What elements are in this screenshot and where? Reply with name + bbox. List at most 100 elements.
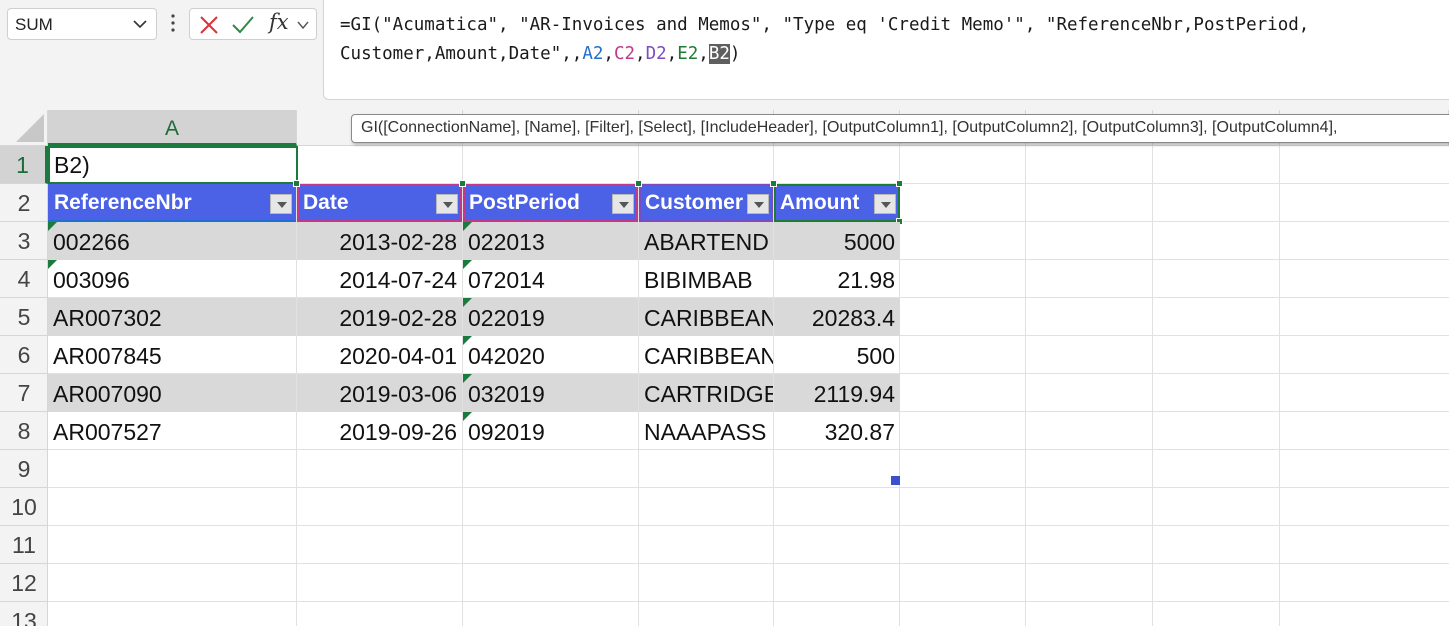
row-header[interactable]: 11 — [0, 526, 48, 564]
cell-amount[interactable]: 2119.94 — [774, 374, 900, 412]
cell-postperiod[interactable]: 072014 — [463, 260, 638, 298]
name-box-value[interactable]: SUM — [15, 15, 53, 35]
cell-amount[interactable]: 20283.4 — [774, 298, 900, 336]
data-table: ReferenceNbr Date PostPeriod Customer Am… — [48, 180, 903, 485]
table-header-referencenbr[interactable]: ReferenceNbr — [48, 184, 296, 222]
table-row[interactable]: AR007527 2019-09-26 092019 NAAAPASS 320.… — [48, 412, 900, 450]
selection-handle[interactable] — [293, 180, 300, 187]
cell-date[interactable]: 2013-02-28 — [297, 222, 462, 260]
filter-dropdown-icon[interactable] — [270, 194, 292, 214]
cell-customer[interactable]: CARIBBEAN — [639, 298, 773, 336]
formula-bar-area: SUM fx =GI("Acumatica", "AR-Invoices and… — [0, 0, 1449, 110]
row-header[interactable]: 7 — [0, 374, 48, 412]
cell-customer[interactable]: NAAAPASS — [639, 412, 773, 450]
row-header[interactable]: 2 — [0, 184, 48, 222]
column-header-a[interactable]: A — [48, 110, 297, 146]
gridline — [1025, 146, 1026, 626]
row-header[interactable]: 9 — [0, 450, 48, 488]
table-row[interactable]: 003096 2014-07-24 072014 BIBIMBAB 21.98 — [48, 260, 900, 298]
table-row[interactable]: AR007302 2019-02-28 022019 CARIBBEAN 202… — [48, 298, 900, 336]
cell-customer[interactable]: BIBIMBAB — [639, 260, 773, 298]
table-header-amount[interactable]: Amount — [774, 184, 900, 222]
cell-text: 072014 — [468, 267, 545, 293]
table-resize-handle[interactable] — [891, 476, 900, 485]
cell-date[interactable]: 2019-02-28 — [297, 298, 462, 336]
cell-date[interactable]: 2019-09-26 — [297, 412, 462, 450]
table-row[interactable]: AR007845 2020-04-01 042020 CARIBBEAN 500 — [48, 336, 900, 374]
cell-customer[interactable]: CARIBBEAN — [639, 336, 773, 374]
row-header[interactable]: 5 — [0, 298, 48, 336]
cell-referencenbr[interactable]: AR007527 — [48, 412, 296, 450]
formula-separator: , — [666, 44, 678, 64]
cell-postperiod[interactable]: 092019 — [463, 412, 638, 450]
cell-referencenbr[interactable]: AR007090 — [48, 374, 296, 412]
table-row[interactable]: AR007090 2019-03-06 032019 CARTRIDGE 211… — [48, 374, 900, 412]
cell-amount[interactable]: 500 — [774, 336, 900, 374]
row-header[interactable]: 12 — [0, 564, 48, 602]
select-all-triangle — [16, 114, 44, 142]
cell-amount[interactable]: 320.87 — [774, 412, 900, 450]
select-all-button[interactable] — [0, 110, 48, 146]
chevron-down-icon[interactable] — [295, 17, 311, 33]
more-options-icon[interactable] — [168, 10, 178, 36]
cell-postperiod[interactable]: 022019 — [463, 298, 638, 336]
error-indicator-icon — [463, 412, 472, 421]
cell-area[interactable]: B2) ReferenceNbr Date PostPeriod Custome… — [48, 146, 1449, 626]
cell-text: 092019 — [468, 419, 545, 445]
gridline — [1152, 146, 1153, 626]
selection-handle[interactable] — [459, 180, 466, 187]
row-header[interactable]: 8 — [0, 412, 48, 450]
cancel-icon[interactable] — [198, 14, 220, 36]
cell-referencenbr[interactable]: 003096 — [48, 260, 296, 298]
formula-ref-a2: A2 — [582, 44, 604, 64]
cell-referencenbr[interactable]: AR007302 — [48, 298, 296, 336]
name-box[interactable]: SUM — [7, 8, 157, 40]
table-header-postperiod[interactable]: PostPeriod — [463, 184, 638, 222]
cell-postperiod[interactable]: 042020 — [463, 336, 638, 374]
cell-referencenbr[interactable]: AR007845 — [48, 336, 296, 374]
row-header[interactable]: 10 — [0, 488, 48, 526]
table-row[interactable]: 002266 2013-02-28 022013 ABARTEND 5000 — [48, 222, 900, 260]
active-cell-a1[interactable]: B2) — [48, 146, 298, 184]
formula-text[interactable]: =GI("Acumatica", "AR-Invoices and Memos"… — [340, 11, 1449, 69]
table-header-customer[interactable]: Customer — [639, 184, 773, 222]
selection-handle[interactable] — [896, 180, 903, 187]
cell-customer[interactable]: ABARTEND — [639, 222, 773, 260]
row-header[interactable]: 4 — [0, 260, 48, 298]
selection-handle[interactable] — [635, 180, 642, 187]
formula-separator: , — [698, 44, 709, 64]
row-header[interactable]: 6 — [0, 336, 48, 374]
chevron-down-icon[interactable] — [130, 13, 150, 35]
cell-customer[interactable]: CARTRIDGE — [639, 374, 773, 412]
filter-dropdown-icon[interactable] — [874, 194, 896, 214]
cell-text: 022019 — [468, 305, 545, 331]
checkmark-icon[interactable] — [231, 14, 255, 36]
cell-amount[interactable]: 5000 — [774, 222, 900, 260]
formula-separator: , — [603, 44, 614, 64]
formula-closing: ) — [729, 44, 741, 64]
table-header-date[interactable]: Date — [297, 184, 462, 222]
cell-postperiod[interactable]: 022013 — [463, 222, 638, 260]
table-header-label: Date — [303, 191, 349, 214]
filter-dropdown-icon[interactable] — [436, 194, 458, 214]
table-header-label: ReferenceNbr — [54, 191, 192, 214]
formula-input[interactable]: =GI("Acumatica", "AR-Invoices and Memos"… — [323, 0, 1449, 100]
error-indicator-icon — [463, 336, 472, 345]
cell-date[interactable]: 2019-03-06 — [297, 374, 462, 412]
formula-controls: fx — [189, 8, 317, 40]
cell-referencenbr[interactable]: 002266 — [48, 222, 296, 260]
filter-dropdown-icon[interactable] — [612, 194, 634, 214]
filter-dropdown-icon[interactable] — [747, 194, 769, 214]
formula-line-1: =GI("Acumatica", "AR-Invoices and Memos"… — [340, 15, 1310, 35]
cell-amount[interactable]: 21.98 — [774, 260, 900, 298]
gridline — [48, 487, 1449, 488]
cell-postperiod[interactable]: 032019 — [463, 374, 638, 412]
row-header[interactable]: 1 — [0, 146, 48, 184]
cell-date[interactable]: 2020-04-01 — [297, 336, 462, 374]
selection-handle[interactable] — [770, 180, 777, 187]
formula-ref-b2: B2 — [708, 44, 730, 64]
row-header[interactable]: 3 — [0, 222, 48, 260]
row-header[interactable]: 13 — [0, 602, 48, 626]
cell-date[interactable]: 2014-07-24 — [297, 260, 462, 298]
insert-function-icon[interactable]: fx — [269, 10, 289, 34]
